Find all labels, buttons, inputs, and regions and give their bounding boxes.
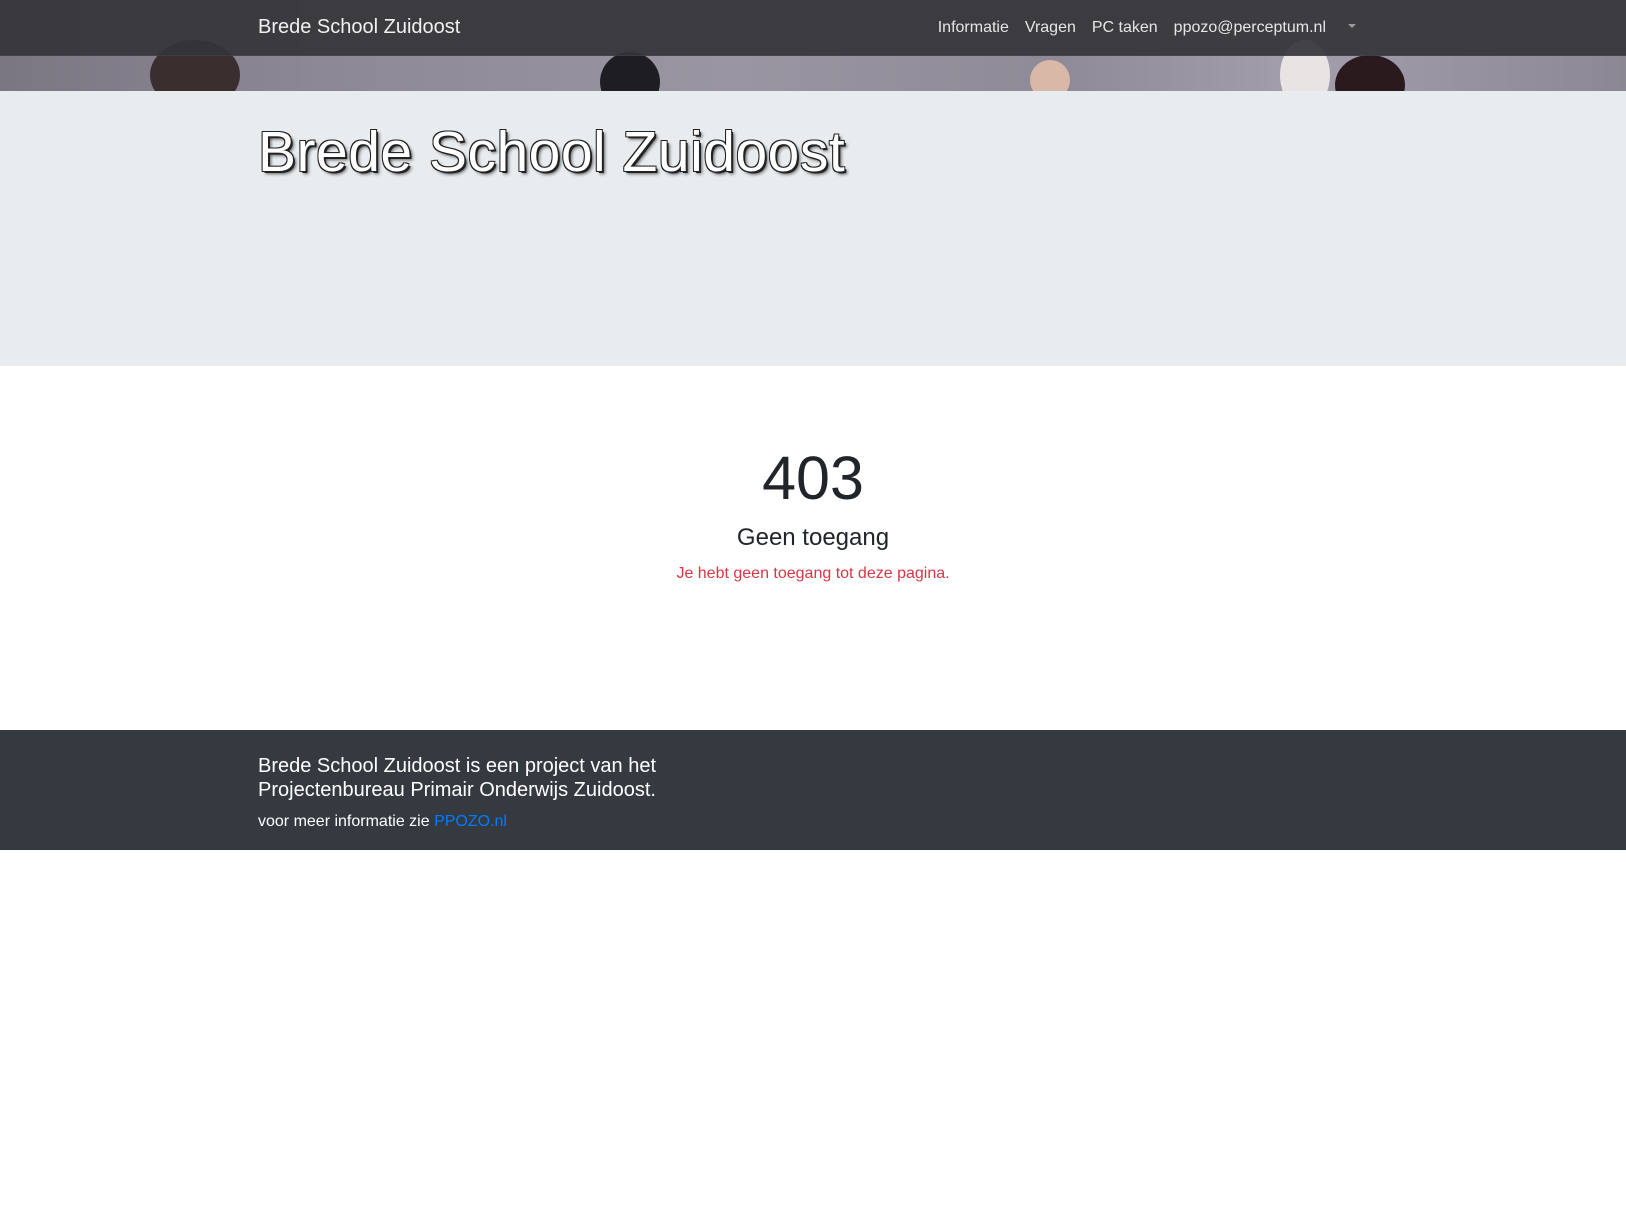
footer-info-prefix: voor meer informatie zie <box>258 813 430 830</box>
footer: Brede School Zuidoost is een project van… <box>0 730 1626 850</box>
error-title: Geen toegang <box>736 524 890 551</box>
nav-user-email[interactable]: ppozo@perceptum.nl <box>1174 19 1326 37</box>
page-title: Brede School Zuidoost <box>258 120 846 184</box>
nav-link-pc-taken[interactable]: PC taken <box>1092 19 1158 37</box>
photo-figure-hand <box>1030 60 1070 91</box>
top-navbar: Brede School Zuidoost Informatie Vragen … <box>0 0 1626 56</box>
photo-figure-right <box>1335 55 1405 91</box>
dropdown-caret-icon[interactable] <box>1348 24 1356 28</box>
nav-links: Informatie Vragen PC taken ppozo@percept… <box>922 0 1356 56</box>
error-code: 403 <box>762 444 864 512</box>
footer-ppozo-link[interactable]: PPOZO.nl <box>434 813 507 830</box>
jumbotron: Brede School Zuidoost <box>0 91 1626 366</box>
nav-link-vragen[interactable]: Vragen <box>1025 19 1076 37</box>
error-message: Je hebt geen toegang tot deze pagina. <box>676 565 950 582</box>
footer-info: voor meer informatie zie PPOZO.nl <box>258 813 507 831</box>
error-section: 403 Geen toegang Je hebt geen toegang to… <box>0 366 1626 730</box>
footer-lead-text: Brede School Zuidoost is een project van… <box>258 755 657 801</box>
navbar-brand[interactable]: Brede School Zuidoost <box>258 16 460 39</box>
photo-figure-center <box>600 52 660 91</box>
nav-link-informatie[interactable]: Informatie <box>938 19 1009 37</box>
